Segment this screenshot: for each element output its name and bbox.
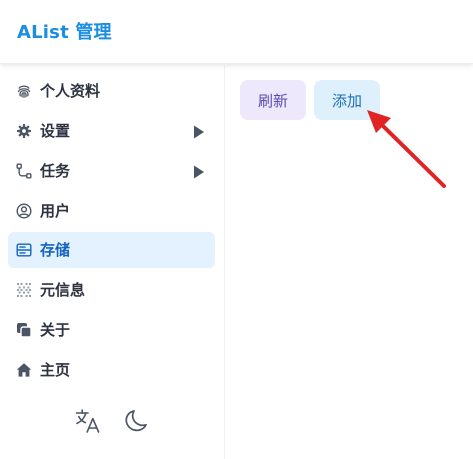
home-icon [16, 362, 32, 378]
sidebar-item-settings[interactable]: 设置 [8, 113, 215, 149]
metadata-grid-icon [16, 282, 32, 298]
user-circle-icon [16, 203, 32, 219]
add-button[interactable]: 添加 [314, 80, 380, 120]
fingerprint-icon [16, 83, 32, 99]
main-content: 刷新 添加 [226, 65, 473, 459]
sidebar-item-metadata[interactable]: 元信息 [8, 272, 215, 308]
sidebar-item-profile[interactable]: 个人资料 [8, 73, 215, 109]
app-title: AList 管理 [17, 22, 112, 43]
sidebar-item-label: 主页 [40, 361, 71, 379]
sidebar-item-users[interactable]: 用户 [8, 193, 215, 229]
sidebar-item-label: 个人资料 [40, 82, 101, 100]
refresh-button[interactable]: 刷新 [240, 80, 306, 120]
translate-icon[interactable] [73, 406, 103, 436]
sidebar: 个人资料 设置 任务 用户 存储 元信息 关于 主页 [0, 65, 225, 459]
sidebar-item-label: 任务 [40, 162, 71, 180]
moon-icon[interactable] [121, 406, 151, 436]
sidebar-item-home[interactable]: 主页 [8, 352, 215, 388]
sidebar-item-label: 元信息 [40, 281, 86, 299]
sidebar-item-storage[interactable]: 存储 [8, 232, 215, 268]
storage-icon [16, 242, 32, 258]
sidebar-item-label: 设置 [40, 122, 71, 140]
copy-icon [16, 322, 32, 338]
app-root: AList 管理 个人资料 设置 任务 用户 存储 元信息 关于 主页 刷新 添… [0, 0, 473, 459]
sidebar-item-tasks[interactable]: 任务 [8, 153, 215, 189]
caret-right-icon [193, 164, 205, 179]
sidebar-item-about[interactable]: 关于 [8, 312, 215, 348]
caret-right-icon [193, 124, 205, 139]
sidebar-item-label: 存储 [40, 241, 71, 259]
sidebar-footer [0, 403, 225, 439]
gear-icon [16, 123, 32, 139]
sidebar-item-label: 关于 [40, 321, 71, 339]
workflow-icon [16, 163, 32, 179]
sidebar-item-label: 用户 [40, 202, 71, 220]
top-header: AList 管理 [0, 0, 473, 64]
